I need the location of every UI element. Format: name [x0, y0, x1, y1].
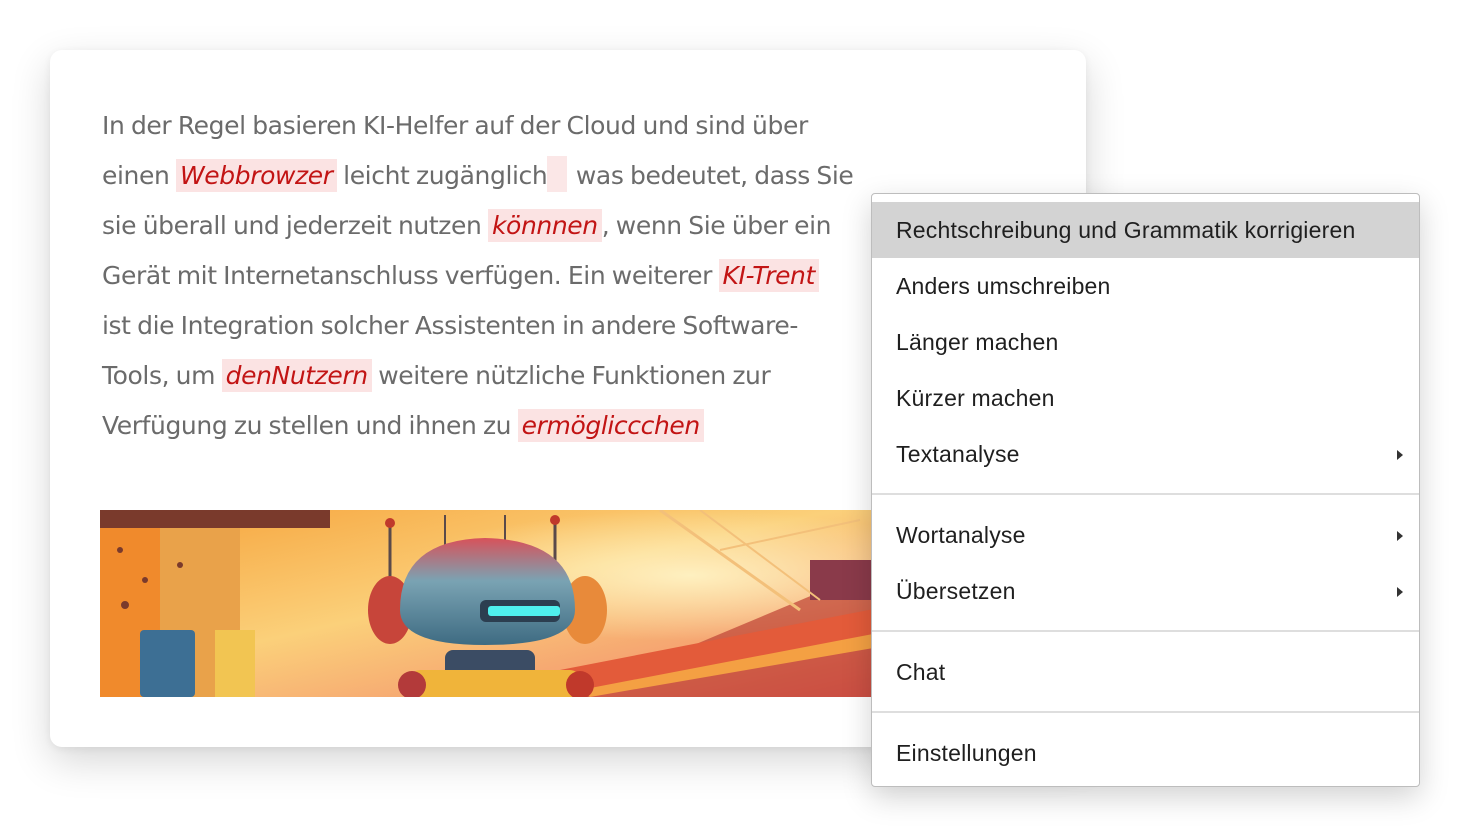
text-segment: was bedeutet, dass Sie [569, 161, 854, 190]
menu-item-chat[interactable]: Chat [872, 644, 1419, 700]
text-segment: Gerät mit Internetanschluss verfügen. Ei… [102, 261, 719, 290]
menu-item-make-shorter[interactable]: Kürzer machen [872, 370, 1419, 426]
text-segment: weitere nützliche Funktionen zur [371, 361, 771, 390]
menu-separator [872, 630, 1419, 632]
menu-item-label: Einstellungen [896, 740, 1037, 766]
menu-item-settings[interactable]: Einstellungen [872, 725, 1419, 781]
submenu-arrow-icon [1397, 587, 1403, 597]
text-line: Gerät mit Internetanschluss verfügen. Ei… [102, 251, 862, 301]
text-segment: leicht zugänglich [336, 161, 548, 190]
context-menu: Rechtschreibung und Grammatik korrigiere… [871, 193, 1420, 787]
text-line: Tools, um denNutzern weitere nützliche F… [102, 351, 862, 401]
menu-item-word-analysis[interactable]: Wortanalyse [872, 507, 1419, 563]
spelling-error-highlight[interactable]: Webbrowzer [175, 159, 337, 192]
spelling-error-highlight[interactable]: könnnen [487, 209, 602, 242]
spelling-error-highlight[interactable]: KI-Trent [718, 259, 819, 292]
text-line: sie überall und jederzeit nutzen könnnen… [102, 201, 862, 251]
missing-punctuation-highlight[interactable] [547, 156, 568, 192]
menu-item-text-analysis[interactable]: Textanalyse [872, 426, 1419, 482]
menu-item-label: Textanalyse [896, 441, 1020, 467]
menu-item-rewrite[interactable]: Anders umschreiben [872, 258, 1419, 314]
menu-item-label: Anders umschreiben [896, 273, 1111, 299]
menu-item-label: Rechtschreibung und Grammatik korrigiere… [896, 217, 1356, 243]
spelling-error-highlight[interactable]: denNutzern [221, 359, 372, 392]
text-segment: , wenn Sie über ein [601, 211, 832, 240]
editor-paragraph[interactable]: In der Regel basieren KI-Helfer auf der … [102, 101, 862, 451]
text-segment: einen [102, 161, 176, 190]
menu-item-label: Wortanalyse [896, 522, 1026, 548]
menu-item-translate[interactable]: Übersetzen [872, 563, 1419, 619]
menu-separator [872, 493, 1419, 495]
text-line: einen Webbrowzer leicht zugänglich was b… [102, 151, 862, 201]
menu-item-label: Länger machen [896, 329, 1059, 355]
text-segment: sie überall und jederzeit nutzen [102, 211, 488, 240]
menu-item-correct-spelling-grammar[interactable]: Rechtschreibung und Grammatik korrigiere… [872, 202, 1419, 258]
text-line: Verfügung zu stellen und ihnen zu ermögl… [102, 401, 862, 451]
robot-illustration [100, 510, 920, 697]
text-segment: Verfügung zu stellen und ihnen zu [102, 411, 518, 440]
text-segment: Tools, um [102, 361, 222, 390]
text-line: ist die Integration solcher Assistenten … [102, 311, 798, 340]
submenu-arrow-icon [1397, 531, 1403, 541]
menu-item-label: Kürzer machen [896, 385, 1055, 411]
menu-item-label: Übersetzen [896, 578, 1016, 604]
spelling-error-highlight[interactable]: ermögliccchen [517, 409, 704, 442]
menu-separator [872, 711, 1419, 713]
submenu-arrow-icon [1397, 450, 1403, 460]
menu-item-label: Chat [896, 659, 946, 685]
menu-item-make-longer[interactable]: Länger machen [872, 314, 1419, 370]
text-line: In der Regel basieren KI-Helfer auf der … [102, 111, 808, 140]
